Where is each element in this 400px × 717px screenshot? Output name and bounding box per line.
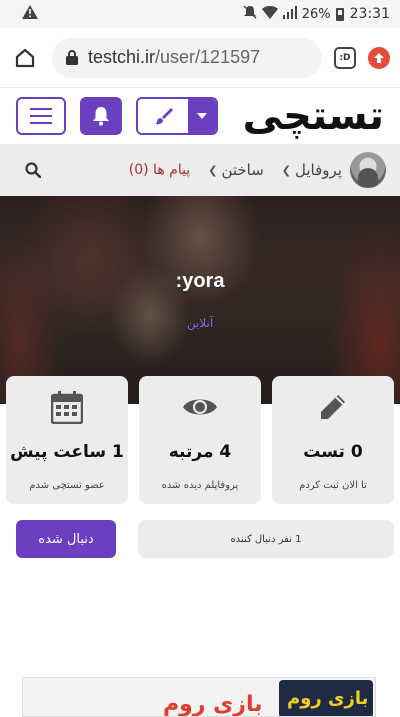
create-dropdown[interactable] [136, 97, 218, 135]
signal-icon [282, 5, 297, 23]
extension-button[interactable] [368, 46, 390, 69]
main-nav: پروفایل ❯ ساختن ❯ پیام ها (0) [0, 144, 400, 196]
ad-image: بازی روم [279, 680, 373, 716]
followers-count[interactable]: 1 نفر دنبال کننده [138, 520, 394, 558]
warning-icon [22, 5, 38, 23]
status-bar: 26% 23:31 [0, 0, 400, 28]
stat-value: 4 مرتبه [168, 442, 232, 462]
clock: 23:31 [349, 6, 390, 22]
chevron-down-icon: ❯ [208, 163, 218, 177]
nav-messages[interactable]: پیام ها (0) [129, 162, 190, 178]
follow-row: دنبال شده 1 نفر دنبال کننده [16, 520, 394, 558]
eye-icon [182, 390, 218, 424]
stat-label: تا الان ثبت کردم [299, 480, 367, 491]
stat-card-joined: 1 ساعت پیش عضو تستچی شدم [6, 376, 128, 504]
search-button[interactable] [22, 159, 44, 181]
battery-icon [335, 7, 344, 21]
stat-card-tests: 0 تست تا الان ثبت کردم [272, 376, 394, 504]
nav-profile[interactable]: پروفایل ❯ [282, 161, 342, 179]
url-host: testchi.ir [88, 47, 156, 67]
profile-cover: :yora آنلاین [0, 196, 400, 404]
chevron-down-icon: ❯ [281, 163, 292, 177]
stat-label: عضو تستچی شدم [29, 480, 105, 491]
wifi-icon [261, 5, 278, 23]
ad-text: بازی روم [163, 692, 263, 717]
nav-profile-label: پروفایل [295, 161, 342, 179]
home-button[interactable] [10, 43, 40, 73]
lock-icon [66, 50, 78, 65]
online-status: آنلاین [186, 316, 214, 330]
calendar-icon [51, 390, 83, 424]
browser-toolbar: testchi.ir/user/121597 :D [0, 28, 400, 88]
stat-value: 1 ساعت پیش [10, 442, 124, 462]
paintbrush-icon [155, 108, 173, 125]
create-button[interactable] [138, 99, 188, 133]
site-header: تستچی [0, 88, 400, 144]
notifications-button[interactable] [80, 97, 122, 135]
nav-create-label: ساختن [221, 161, 264, 179]
site-logo[interactable]: تستچی [243, 96, 385, 136]
tab-switcher-button[interactable]: :D [334, 46, 356, 69]
home-icon [15, 48, 35, 67]
nav-create[interactable]: ساختن ❯ [208, 161, 264, 179]
stat-label: پروفایلم دیده شده [161, 480, 239, 491]
upload-arrow-icon [374, 52, 384, 63]
avatar[interactable] [350, 152, 386, 188]
ad-image-text: بازی روم [287, 688, 369, 709]
hamburger-menu-button[interactable] [16, 97, 66, 135]
mute-icon [243, 5, 257, 23]
pencil-icon [318, 390, 348, 424]
battery-percent: 26% [301, 6, 331, 22]
stats-row: 1 ساعت پیش عضو تستچی شدم 4 مرتبه پروفایل… [6, 376, 394, 504]
ad-banner[interactable]: بازی روم بازی روم [22, 677, 376, 717]
url-path: /user/121597 [155, 47, 261, 67]
search-icon [25, 162, 41, 178]
stat-card-views: 4 مرتبه پروفایلم دیده شده [139, 376, 261, 504]
profile-name: :yora [175, 270, 225, 292]
caret-down-icon [197, 113, 207, 119]
stat-value: 0 تست [303, 442, 363, 462]
address-bar[interactable]: testchi.ir/user/121597 [52, 37, 322, 78]
create-caret-button[interactable] [188, 99, 216, 133]
follow-button[interactable]: دنبال شده [16, 520, 116, 558]
bell-icon [93, 107, 109, 126]
